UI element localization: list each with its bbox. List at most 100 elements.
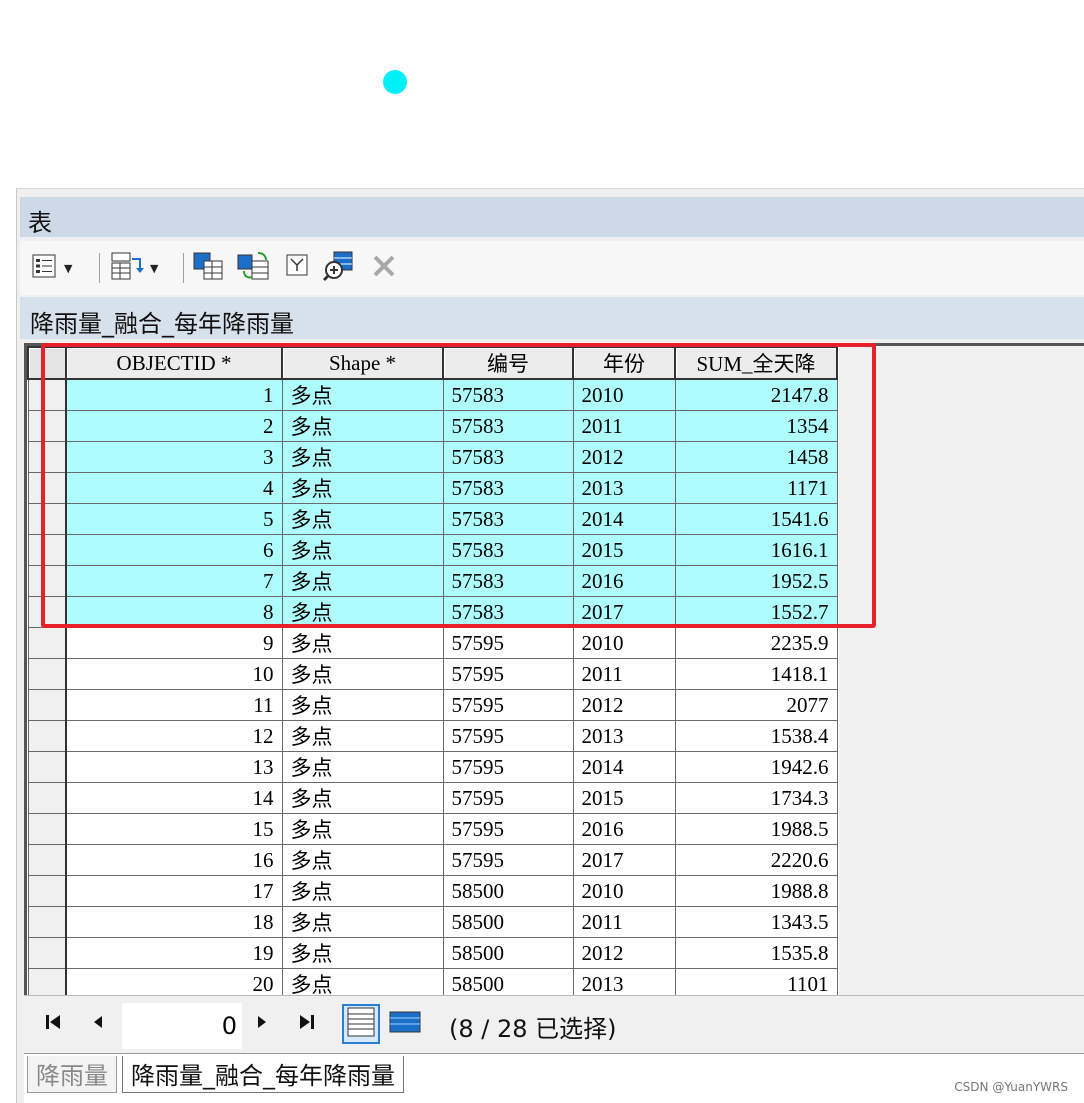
cell-year[interactable]: 2010 [572,378,676,411]
zoom-to-selected-button[interactable] [322,251,356,284]
column-header-shape[interactable]: Shape * [281,346,444,380]
cell-objectid[interactable]: 19 [65,937,283,969]
attribute-table-grid[interactable]: OBJECTID * Shape * 编号 年份 SUM_全天降 1 多点 5758… [24,343,842,998]
cell-sum-rainfall[interactable]: 1734.3 [674,782,838,814]
cell-shape[interactable]: 多点 [281,937,444,969]
table-row[interactable]: 4 多点 57583 2013 1171 [27,472,838,504]
cell-shape[interactable]: 多点 [281,813,444,845]
cell-sum-rainfall[interactable]: 2235.9 [674,627,838,659]
row-selector[interactable] [27,968,67,998]
row-selector[interactable] [27,875,67,907]
row-selector[interactable] [27,596,67,628]
cell-shape[interactable]: 多点 [281,844,444,876]
first-record-icon[interactable] [44,1012,64,1037]
row-selector[interactable] [27,472,67,504]
table-row[interactable]: 12 多点 57595 2013 1538.4 [27,720,838,752]
cell-year[interactable]: 2015 [572,534,676,566]
row-selector[interactable] [27,906,67,938]
clear-selection-button[interactable] [284,252,312,284]
cell-year[interactable]: 2016 [572,565,676,597]
cell-sum-rainfall[interactable]: 1552.7 [674,596,838,628]
cell-shape[interactable]: 多点 [281,720,444,752]
cell-year[interactable]: 2017 [572,844,676,876]
cell-shape[interactable]: 多点 [281,627,444,659]
cell-year[interactable]: 2014 [572,751,676,783]
cell-shape[interactable]: 多点 [281,534,444,566]
table-row[interactable]: 5 多点 57583 2014 1541.6 [27,503,838,535]
row-selector[interactable] [27,689,67,721]
table-row[interactable]: 20 多点 58500 2013 1101 [27,968,838,998]
cell-station-id[interactable]: 57595 [442,627,574,659]
table-row[interactable]: 13 多点 57595 2014 1942.6 [27,751,838,783]
tab-rainfall[interactable]: 降雨量 [27,1056,117,1093]
related-tables-button[interactable]: ▼ [110,252,158,284]
cell-sum-rainfall[interactable]: 1541.6 [674,503,838,535]
cell-objectid[interactable]: 13 [65,751,283,783]
cell-objectid[interactable]: 2 [65,410,283,442]
cell-station-id[interactable]: 58500 [442,937,574,969]
tab-rainfall-dissolved-yearly[interactable]: 降雨量_融合_每年降雨量 [122,1056,404,1093]
cell-objectid[interactable]: 6 [65,534,283,566]
table-row[interactable]: 6 多点 57583 2015 1616.1 [27,534,838,566]
cell-sum-rainfall[interactable]: 1952.5 [674,565,838,597]
cell-shape[interactable]: 多点 [281,596,444,628]
row-selector[interactable] [27,565,67,597]
cell-station-id[interactable]: 57595 [442,782,574,814]
row-selector[interactable] [27,627,67,659]
cell-station-id[interactable]: 58500 [442,968,574,998]
cell-year[interactable]: 2011 [572,658,676,690]
cell-objectid[interactable]: 20 [65,968,283,998]
table-row[interactable]: 10 多点 57595 2011 1418.1 [27,658,838,690]
cell-shape[interactable]: 多点 [281,658,444,690]
cell-sum-rainfall[interactable]: 1535.8 [674,937,838,969]
cell-shape[interactable]: 多点 [281,751,444,783]
column-header-sum-rainfall[interactable]: SUM_全天降 [674,346,838,380]
cell-shape[interactable]: 多点 [281,472,444,504]
table-row[interactable]: 17 多点 58500 2010 1988.8 [27,875,838,907]
cell-year[interactable]: 2010 [572,627,676,659]
cell-shape[interactable]: 多点 [281,875,444,907]
next-record-icon[interactable] [254,1012,270,1037]
cell-shape[interactable]: 多点 [281,565,444,597]
cell-year[interactable]: 2016 [572,813,676,845]
cell-station-id[interactable]: 57595 [442,689,574,721]
cell-sum-rainfall[interactable]: 1988.5 [674,813,838,845]
table-row[interactable]: 3 多点 57583 2012 1458 [27,441,838,473]
cell-objectid[interactable]: 5 [65,503,283,535]
cell-year[interactable]: 2015 [572,782,676,814]
table-row[interactable]: 7 多点 57583 2016 1952.5 [27,565,838,597]
cell-station-id[interactable]: 57595 [442,720,574,752]
column-header-year[interactable]: 年份 [572,346,676,380]
cell-sum-rainfall[interactable]: 1343.5 [674,906,838,938]
row-selector[interactable] [27,378,67,411]
cell-station-id[interactable]: 58500 [442,875,574,907]
cell-station-id[interactable]: 57583 [442,503,574,535]
cell-sum-rainfall[interactable]: 2220.6 [674,844,838,876]
table-row[interactable]: 14 多点 57595 2015 1734.3 [27,782,838,814]
row-selector[interactable] [27,441,67,473]
cell-sum-rainfall[interactable]: 1418.1 [674,658,838,690]
cell-year[interactable]: 2012 [572,937,676,969]
cell-year[interactable]: 2011 [572,410,676,442]
show-selected-records-button[interactable] [386,1004,424,1044]
cell-objectid[interactable]: 10 [65,658,283,690]
cell-objectid[interactable]: 11 [65,689,283,721]
cell-year[interactable]: 2012 [572,441,676,473]
row-selector[interactable] [27,720,67,752]
cell-year[interactable]: 2013 [572,472,676,504]
cell-sum-rainfall[interactable]: 1354 [674,410,838,442]
row-selector[interactable] [27,410,67,442]
previous-record-icon[interactable] [90,1012,106,1037]
cell-station-id[interactable]: 57595 [442,844,574,876]
cell-station-id[interactable]: 57595 [442,813,574,845]
row-selector[interactable] [27,751,67,783]
cell-objectid[interactable]: 1 [65,378,283,411]
cell-sum-rainfall[interactable]: 1458 [674,441,838,473]
row-selector[interactable] [27,844,67,876]
cell-sum-rainfall[interactable]: 2147.8 [674,378,838,411]
cell-sum-rainfall[interactable]: 1171 [674,472,838,504]
cell-year[interactable]: 2017 [572,596,676,628]
table-row[interactable]: 8 多点 57583 2017 1552.7 [27,596,838,628]
cell-objectid[interactable]: 7 [65,565,283,597]
table-row[interactable]: 11 多点 57595 2012 2077 [27,689,838,721]
